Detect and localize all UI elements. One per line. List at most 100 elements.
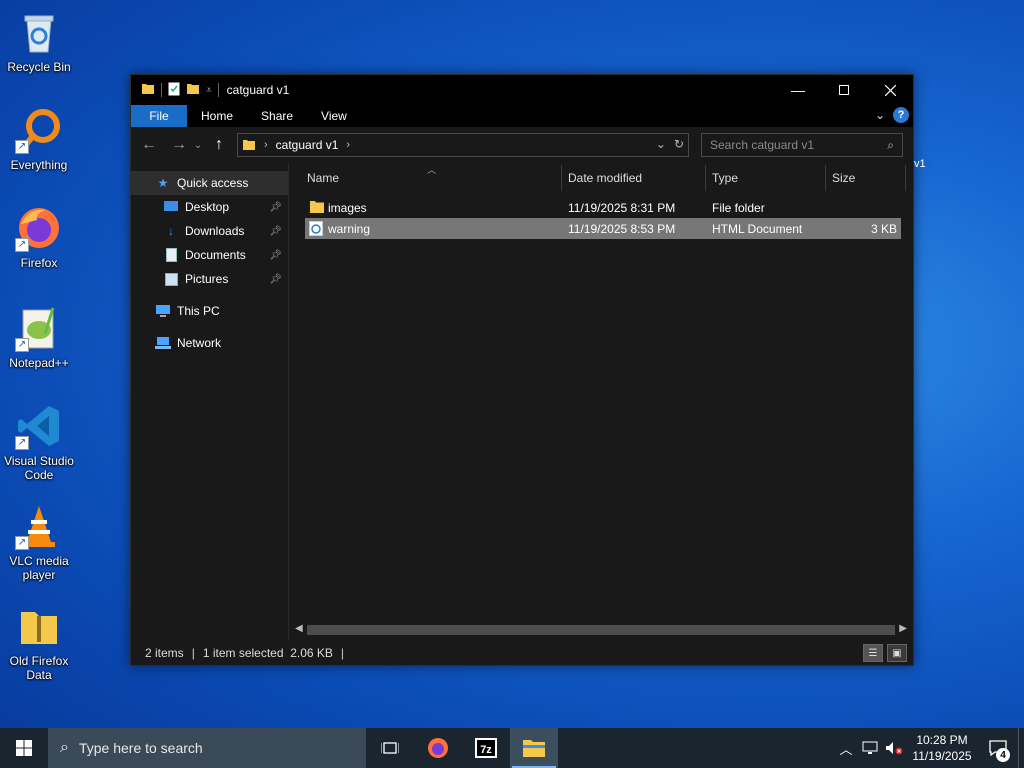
volume-muted-icon[interactable] <box>882 728 906 768</box>
recent-locations-chevron-icon[interactable]: ⌄ <box>191 133 205 157</box>
column-header-size[interactable]: Size <box>832 171 855 185</box>
desktop-icon-vscode[interactable]: ↗ Visual Studio Code <box>0 402 78 482</box>
network-tray-icon[interactable] <box>858 728 882 768</box>
column-divider[interactable] <box>905 165 906 191</box>
shortcut-arrow-icon: ↗ <box>15 436 29 450</box>
sidebar-item-downloads[interactable]: ↓ Downloads 📌︎ <box>131 219 288 243</box>
start-button[interactable] <box>0 728 48 768</box>
desktop-icon-vlc[interactable]: ↗ VLC media player <box>0 502 78 582</box>
desktop-icon-firefox[interactable]: ↗ Firefox <box>0 204 78 270</box>
folder-icon <box>242 138 256 152</box>
tab-file[interactable]: File <box>131 105 187 127</box>
file-name: images <box>328 201 367 215</box>
new-folder-icon[interactable] <box>186 82 200 99</box>
desktop-icon-label: Notepad++ <box>9 356 69 370</box>
folder-icon <box>309 200 325 217</box>
maximize-button[interactable] <box>821 75 867 105</box>
clock-date: 11/19/2025 <box>912 749 972 763</box>
sort-ascending-icon: ︿ <box>427 165 437 175</box>
tab-view[interactable]: View <box>307 105 361 127</box>
up-arrow-icon[interactable]: ↑ <box>207 133 231 157</box>
recycle-bin-icon <box>15 8 63 56</box>
tab-share[interactable]: Share <box>247 105 307 127</box>
properties-icon[interactable] <box>168 82 180 99</box>
address-dropdown-icon[interactable]: ⌄ <box>656 137 666 151</box>
sidebar-item-network[interactable]: Network <box>131 331 288 355</box>
back-arrow-icon[interactable]: ← <box>137 133 161 157</box>
sidebar-item-quick-access[interactable]: ★ Quick access <box>131 171 288 195</box>
tab-home[interactable]: Home <box>187 105 247 127</box>
download-arrow-icon: ↓ <box>168 224 174 238</box>
scroll-left-arrow-icon[interactable]: ◀ <box>295 623 303 634</box>
close-button[interactable] <box>867 75 913 105</box>
everything-icon: ↗ <box>15 106 63 154</box>
column-header-name[interactable]: Name <box>307 171 339 185</box>
scroll-right-arrow-icon[interactable]: ▶ <box>899 623 907 634</box>
minimize-button[interactable]: — <box>775 75 821 105</box>
breadcrumb-chevron-icon[interactable]: › <box>346 139 350 151</box>
taskbar-app-firefox[interactable] <box>414 728 462 768</box>
taskbar-app-7zip[interactable]: 7z <box>462 728 510 768</box>
network-icon <box>155 335 171 351</box>
document-icon <box>163 247 179 263</box>
pin-icon[interactable]: 📌︎ <box>269 226 282 237</box>
action-center-button[interactable]: 4 <box>978 728 1018 768</box>
sidebar-item-label: Quick access <box>177 176 249 190</box>
pin-icon[interactable]: 📌︎ <box>269 274 282 285</box>
sidebar-item-desktop[interactable]: Desktop 📌︎ <box>131 195 288 219</box>
column-header-date-modified[interactable]: Date modified <box>568 171 642 185</box>
search-icon: ⌕ <box>60 739 69 756</box>
zip-folder-icon <box>15 602 63 650</box>
search-icon: ⌕ <box>887 138 894 152</box>
clock[interactable]: 10:28 PM 11/19/2025 <box>906 732 978 764</box>
show-desktop-button[interactable] <box>1018 728 1024 768</box>
column-divider[interactable] <box>705 165 706 191</box>
pin-icon[interactable]: 📌︎ <box>269 202 282 213</box>
sidebar-item-this-pc[interactable]: This PC <box>131 299 288 323</box>
computer-icon <box>155 303 171 319</box>
shortcut-arrow-icon: ↗ <box>15 536 29 550</box>
desktop-icon-old-firefox-data[interactable]: Old Firefox Data <box>0 602 78 682</box>
breadcrumb-chevron-icon[interactable]: › <box>264 139 268 151</box>
address-bar[interactable]: › catguard v1 › ⌄ ↻ <box>237 133 689 157</box>
details-view-button[interactable]: ☰ <box>863 644 883 662</box>
forward-arrow-icon[interactable]: → <box>167 133 191 157</box>
column-header-type[interactable]: Type <box>712 171 738 185</box>
sidebar-item-label: Pictures <box>185 272 229 286</box>
file-row-selected[interactable]: warning 11/19/2025 8:53 PM HTML Document… <box>305 218 901 239</box>
file-row[interactable]: images 11/19/2025 8:31 PM File folder <box>305 197 901 218</box>
taskbar-search-box[interactable]: ⌕ Type here to search <box>48 728 366 768</box>
help-icon[interactable]: ? <box>893 107 909 123</box>
large-icons-view-button[interactable]: ▣ <box>887 644 907 662</box>
expand-ribbon-icon[interactable]: ⌄ <box>875 108 885 122</box>
desktop-icon-notepad-plus-plus[interactable]: ↗ Notepad++ <box>0 304 78 370</box>
quick-access-dropdown-icon[interactable]: ⩡ <box>206 85 212 96</box>
ribbon-tabs: File Home Share View ⌄ ? <box>131 105 913 127</box>
column-divider[interactable] <box>825 165 826 191</box>
breadcrumb-item[interactable]: catguard v1 <box>276 138 339 152</box>
desktop-icon-label: VLC media player <box>9 554 69 582</box>
title-bar[interactable]: ⩡ catguard v1 — <box>131 75 913 105</box>
column-divider[interactable] <box>561 165 562 191</box>
scrollbar-thumb[interactable] <box>307 625 895 635</box>
task-view-icon <box>381 742 399 754</box>
search-input[interactable]: Search catguard v1 ⌕ <box>701 133 903 157</box>
item-count: 2 items <box>145 646 184 660</box>
desktop-icon-everything[interactable]: ↗ Everything <box>0 106 78 172</box>
sidebar-item-pictures[interactable]: Pictures 📌︎ <box>131 267 288 291</box>
refresh-icon[interactable]: ↻ <box>674 137 684 151</box>
desktop-icon-label: Firefox <box>20 256 58 270</box>
navigation-pane: ★ Quick access Desktop 📌︎ ↓ Downloads 📌︎… <box>131 163 289 641</box>
windows-logo-icon <box>16 740 32 756</box>
sidebar-item-label: Desktop <box>185 200 230 214</box>
pin-icon[interactable]: 📌︎ <box>269 250 282 261</box>
system-tray: ︿ 10:28 PM 11/19/2025 4 <box>834 728 1024 768</box>
window-title: catguard v1 <box>226 83 290 97</box>
sidebar-item-documents[interactable]: Documents 📌︎ <box>131 243 288 267</box>
taskbar-app-file-explorer[interactable] <box>510 728 558 768</box>
task-view-button[interactable] <box>366 728 414 768</box>
sidebar-item-label: Documents <box>185 248 246 262</box>
show-hidden-icons-chevron-icon[interactable]: ︿ <box>834 728 858 768</box>
horizontal-scrollbar[interactable]: ◀ ▶ <box>293 623 909 637</box>
desktop-icon-recycle-bin[interactable]: Recycle Bin <box>0 8 78 74</box>
